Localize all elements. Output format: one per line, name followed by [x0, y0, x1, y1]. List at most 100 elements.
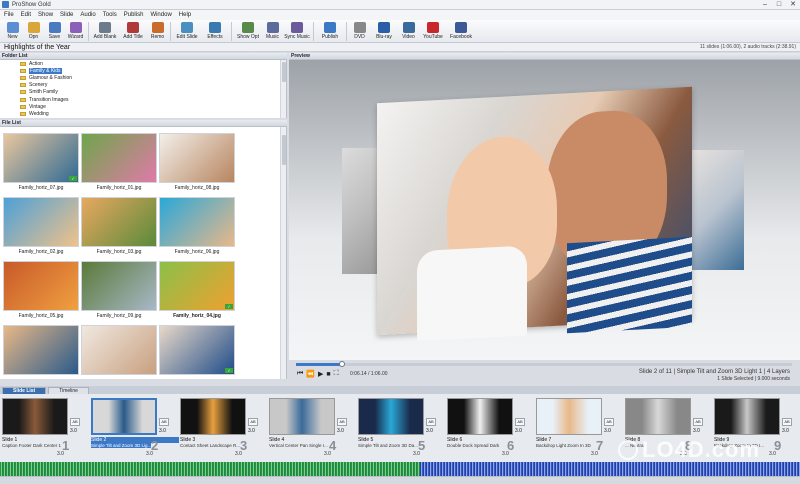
- menu-help[interactable]: Help: [179, 12, 191, 18]
- tab-timeline[interactable]: Timeline: [48, 387, 89, 394]
- toolbar-remove-button[interactable]: Remo: [147, 20, 168, 43]
- transition-item[interactable]: AB 3.0: [515, 418, 529, 442]
- main-toolbar: New Opn Save Wizard Add Blank Add Title Remo Ed…: [0, 20, 800, 43]
- file-thumbnail[interactable]: Family_horiz_08.jpg: [159, 133, 235, 193]
- audio-track[interactable]: [0, 462, 800, 476]
- transition-item[interactable]: AB 3.0: [337, 418, 351, 442]
- toolbar-add-blank-button[interactable]: Add Blank: [91, 20, 119, 43]
- rewind-button[interactable]: ⏪: [306, 370, 315, 378]
- transition-item[interactable]: AB 3.0: [782, 418, 796, 442]
- seek-bar[interactable]: [296, 361, 792, 367]
- maximize-button[interactable]: □: [772, 0, 786, 10]
- slide-duration[interactable]: 3.0: [413, 451, 420, 457]
- folder-icon: [20, 111, 26, 116]
- toolbar-publish-button[interactable]: Publish: [316, 20, 344, 43]
- slide-duration[interactable]: 3.0: [591, 451, 598, 457]
- toolbar-new-button[interactable]: New: [2, 20, 23, 43]
- transition-item[interactable]: AB 3.0: [159, 418, 173, 442]
- toolbar-wizard-button[interactable]: Wizard: [65, 20, 86, 43]
- menu-file[interactable]: File: [4, 12, 14, 18]
- toolbar-save-button[interactable]: Save: [44, 20, 65, 43]
- folder-item[interactable]: Vintage: [0, 103, 286, 110]
- stop-button[interactable]: ■: [326, 371, 330, 378]
- fullscreen-button[interactable]: ⛶: [334, 370, 339, 378]
- file-thumbnail[interactable]: [81, 325, 157, 379]
- folder-item[interactable]: Action: [0, 60, 286, 67]
- slide-duration[interactable]: 3.0: [502, 451, 509, 457]
- status-bar: [0, 476, 800, 484]
- seek-handle[interactable]: [339, 361, 346, 367]
- transition-item[interactable]: AB 3.0: [426, 418, 440, 442]
- menu-audio[interactable]: Audio: [80, 12, 95, 18]
- transition-item[interactable]: AB 3.0: [70, 418, 84, 442]
- add-title-icon: [127, 22, 139, 33]
- slide-thumbnail: [269, 398, 335, 435]
- file-thumbnail[interactable]: Family_horiz_09.jpg: [81, 261, 157, 321]
- file-name: Family_horiz_02.jpg: [18, 249, 64, 255]
- transition-item[interactable]: AB 3.0: [604, 418, 618, 442]
- toolbar-facebook-button[interactable]: Facebook: [447, 20, 475, 43]
- file-thumbnail-image: ✓: [3, 133, 79, 183]
- toolbar-sync-music-button[interactable]: Sync Music: [283, 20, 311, 43]
- menu-show[interactable]: Show: [38, 12, 53, 18]
- folder-item[interactable]: Transition Images: [0, 96, 286, 103]
- file-thumbnail[interactable]: ✓: [159, 325, 235, 379]
- toolbar-video-button[interactable]: Video: [398, 20, 419, 43]
- file-thumbnail[interactable]: Family_horiz_06.jpg: [159, 197, 235, 257]
- slide-duration[interactable]: 3.0: [146, 451, 153, 457]
- slide-duration[interactable]: 3.0: [235, 451, 242, 457]
- toolbar-show-options-button[interactable]: Show Opt: [234, 20, 262, 43]
- transition-duration: 3.0: [248, 428, 255, 434]
- toolbar-youtube-button[interactable]: YouTube: [419, 20, 447, 43]
- play-button[interactable]: ▶: [318, 370, 323, 378]
- menu-publish[interactable]: Publish: [124, 12, 144, 18]
- toolbar-label: Edit Slide: [176, 34, 198, 40]
- folder-item[interactable]: Glamour & Fashion: [0, 74, 286, 81]
- menu-window[interactable]: Window: [150, 12, 171, 18]
- toolbar-add-title-button[interactable]: Add Title: [119, 20, 147, 43]
- file-thumbnail[interactable]: Family_horiz_02.jpg: [3, 197, 79, 257]
- toolbar-music-button[interactable]: Music: [262, 20, 283, 43]
- toolbar-edit-slide-button[interactable]: Edit Slide: [173, 20, 201, 43]
- transition-item[interactable]: AB 3.0: [248, 418, 262, 442]
- file-thumbnail[interactable]: ✓ Family_horiz_04.jpg: [159, 261, 235, 321]
- folder-item[interactable]: Wedding: [0, 110, 286, 117]
- transition-duration: 3.0: [515, 428, 522, 434]
- folder-item[interactable]: Scenery: [0, 82, 286, 89]
- slide-duration[interactable]: 3.0: [769, 451, 776, 457]
- prev-button[interactable]: ⏮: [297, 370, 303, 378]
- toolbar-open-button[interactable]: Opn: [23, 20, 44, 43]
- toolbar-label: Add Blank: [93, 34, 117, 40]
- transition-icon: AB: [70, 418, 80, 426]
- file-thumbnail[interactable]: Family_horiz_01.jpg: [81, 133, 157, 193]
- sync-music-icon: [291, 22, 303, 33]
- toolbar-label: Remo: [150, 34, 165, 40]
- toolbar-label: Wizard: [67, 34, 84, 40]
- menu-tools[interactable]: Tools: [103, 12, 117, 18]
- file-thumbnail[interactable]: Family_horiz_05.jpg: [3, 261, 79, 321]
- tab-slide-list[interactable]: Slide List: [2, 387, 47, 394]
- close-button[interactable]: ✕: [786, 0, 800, 10]
- slide-duration[interactable]: 3.0: [324, 451, 331, 457]
- slide-duration[interactable]: 3.0: [57, 451, 64, 457]
- used-check-icon: ✓: [225, 368, 233, 373]
- file-thumbnail[interactable]: [3, 325, 79, 379]
- folder-item[interactable]: Family & Kids: [0, 67, 286, 74]
- toolbar-effects-button[interactable]: Effects: [201, 20, 229, 43]
- file-scrollbar[interactable]: [280, 127, 286, 379]
- audio-track-2[interactable]: [420, 462, 800, 476]
- menu-edit[interactable]: Edit: [21, 12, 31, 18]
- slide-style: Simple Tilt and Zoom 3D Lig...: [91, 443, 151, 448]
- folder-item[interactable]: Smith Family: [0, 89, 286, 96]
- file-thumbnail[interactable]: Family_horiz_03.jpg: [81, 197, 157, 257]
- file-list: ✓ Family_horiz_07.jpg Family_horiz_01.jpg F…: [0, 127, 287, 379]
- file-thumbnail[interactable]: ✓ Family_horiz_07.jpg: [3, 133, 79, 193]
- folder-icon: [20, 90, 26, 95]
- toolbar-bluray-button[interactable]: Blu-ray: [370, 20, 398, 43]
- folder-scrollbar[interactable]: [280, 60, 286, 118]
- folder-label: Action: [29, 60, 43, 67]
- toolbar-label: Effects: [207, 34, 223, 40]
- toolbar-dvd-button[interactable]: DVD: [349, 20, 370, 43]
- menu-slide[interactable]: Slide: [60, 12, 73, 18]
- minimize-button[interactable]: –: [758, 0, 772, 10]
